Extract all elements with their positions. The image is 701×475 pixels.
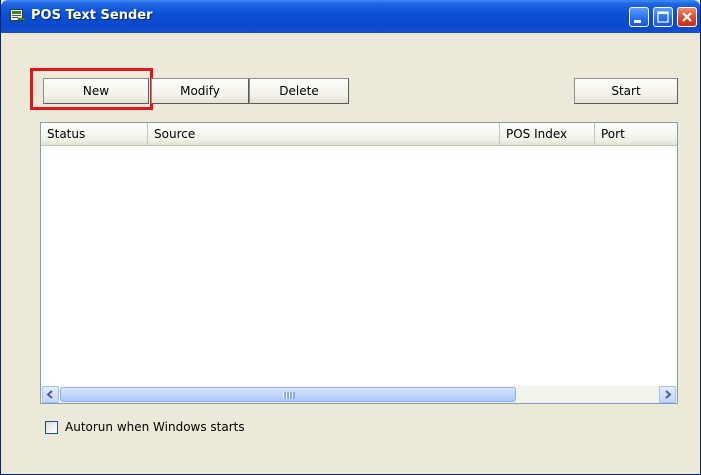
maximize-button[interactable]	[653, 7, 673, 27]
main-window: POS Text Sender New Modify Delete Start	[0, 0, 701, 475]
horizontal-scrollbar[interactable]	[41, 386, 677, 403]
autorun-option[interactable]: Autorun when Windows starts	[45, 419, 245, 435]
new-button-highlight	[30, 68, 153, 110]
modify-button[interactable]: Modify	[151, 78, 249, 104]
column-header-status[interactable]: Status	[41, 123, 148, 145]
delete-button[interactable]: Delete	[249, 78, 349, 104]
close-button[interactable]	[677, 7, 697, 27]
modify-button-label: Modify	[180, 84, 220, 98]
autorun-checkbox[interactable]	[45, 420, 58, 434]
minimize-icon	[634, 20, 641, 23]
start-button[interactable]: Start	[574, 78, 678, 104]
title-bar[interactable]: POS Text Sender	[1, 0, 700, 33]
maximize-icon	[657, 11, 669, 23]
start-button-label: Start	[611, 84, 641, 98]
list-header: Status Source POS Index Port	[41, 123, 677, 146]
app-icon[interactable]	[10, 9, 26, 23]
delete-button-label: Delete	[279, 84, 319, 98]
column-header-port[interactable]: Port	[595, 123, 677, 145]
pos-list[interactable]: Status Source POS Index Port	[40, 122, 678, 404]
arrow-left-icon	[46, 390, 53, 399]
column-header-source[interactable]: Source	[148, 123, 500, 145]
scroll-grip	[283, 392, 295, 399]
scroll-left-button[interactable]	[42, 386, 59, 403]
window-title: POS Text Sender	[31, 8, 153, 23]
autorun-label[interactable]: Autorun when Windows starts	[65, 420, 245, 434]
scroll-thumb[interactable]	[60, 387, 516, 402]
scroll-right-button[interactable]	[659, 386, 676, 403]
close-icon	[682, 12, 692, 22]
minimize-button[interactable]	[629, 7, 649, 27]
arrow-right-icon	[665, 390, 672, 399]
column-header-pos-index[interactable]: POS Index	[500, 123, 595, 145]
